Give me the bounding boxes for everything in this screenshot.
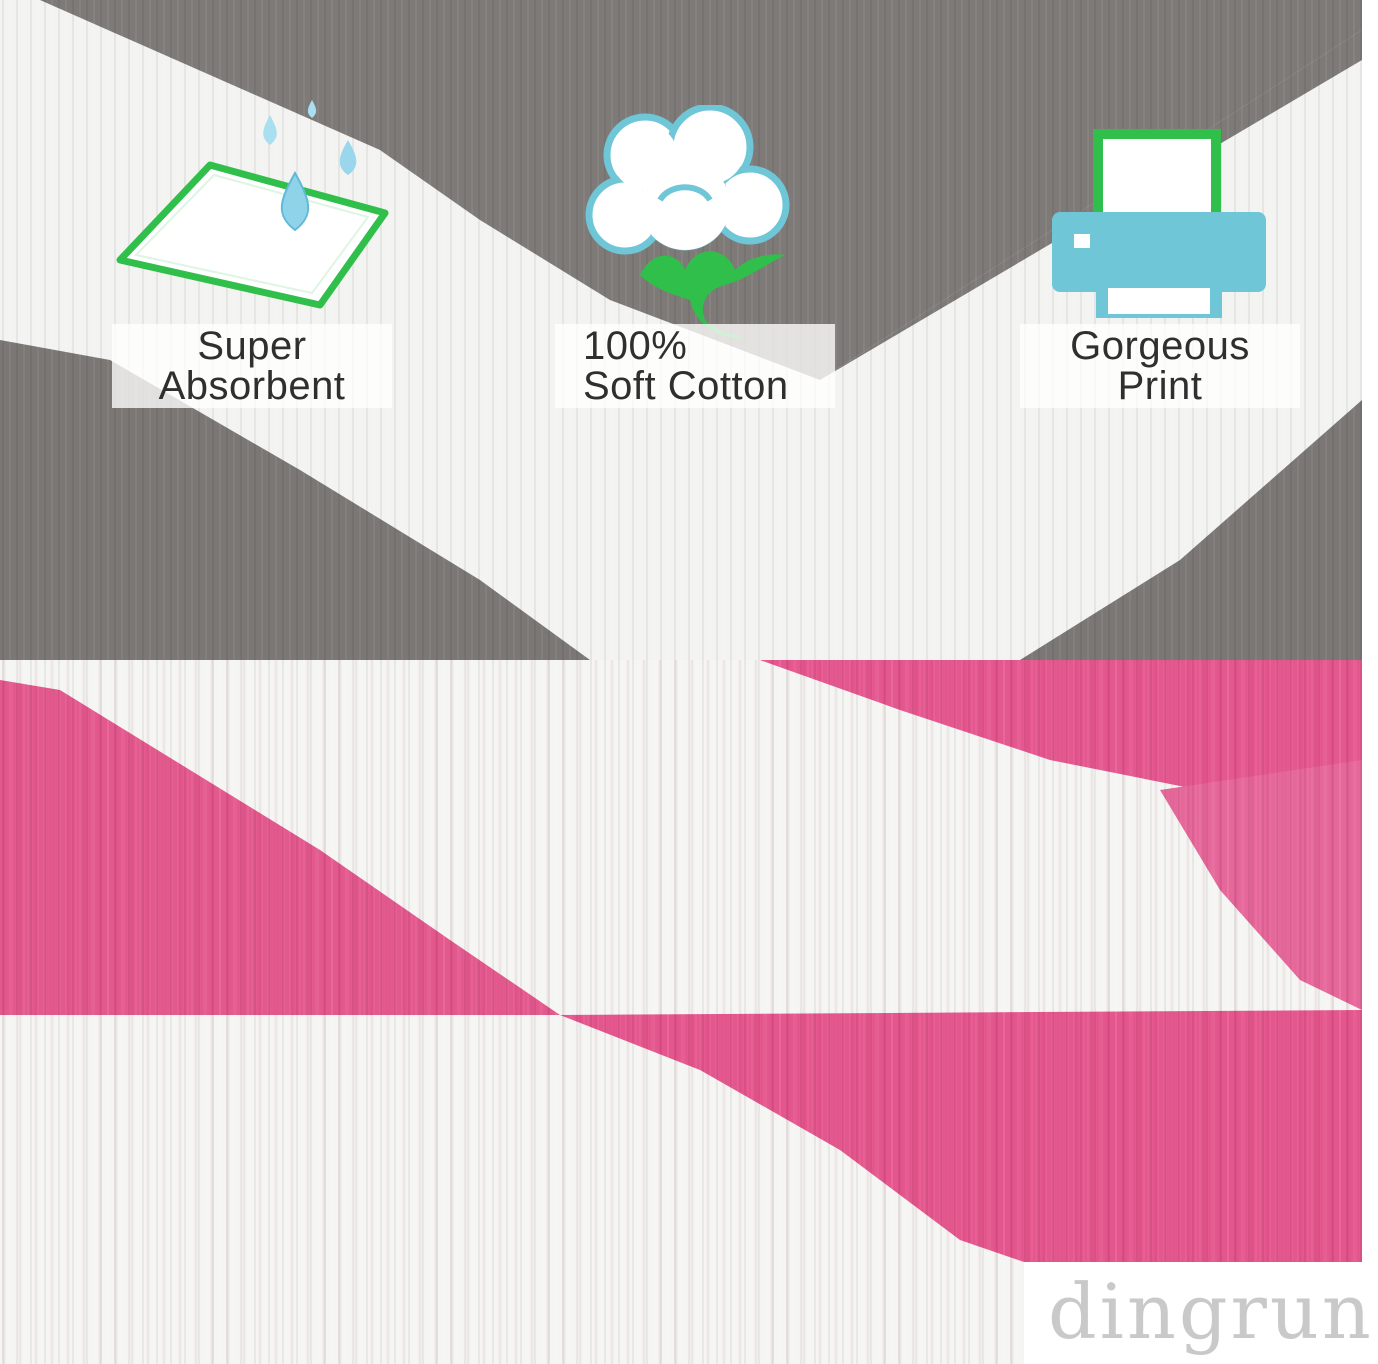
feature-label-cotton: 100% Soft Cotton <box>555 324 835 408</box>
feature-label-line1: 100% <box>583 324 688 368</box>
feature-label-line1: Super <box>197 324 307 368</box>
printer-icon <box>1052 129 1266 318</box>
feature-label-print: Gorgeous Print <box>1020 324 1300 408</box>
feature-label-line2: Print <box>1117 364 1203 408</box>
watermark-logo: dingrun <box>1048 1267 1374 1356</box>
right-border <box>1362 0 1378 1364</box>
feature-label-line2: Soft Cotton <box>583 364 789 408</box>
feature-label-absorbent: Super Absorbent <box>112 324 392 408</box>
feature-label-line2: Absorbent <box>158 364 346 408</box>
feature-label-line1: Gorgeous <box>1070 324 1250 368</box>
product-image: Super Absorbent 100% Soft Cotton Gorgeou… <box>0 0 1378 1364</box>
cotton-boll-icon <box>585 105 790 338</box>
water-drop-pad-icon <box>116 100 389 309</box>
